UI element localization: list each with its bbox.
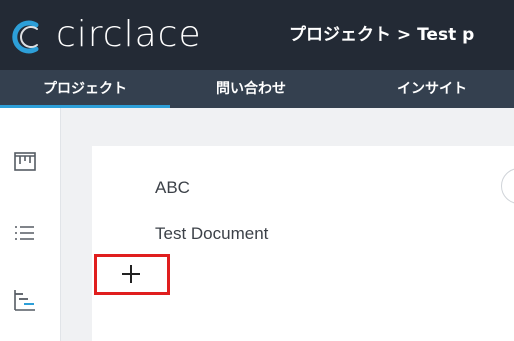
- tab-projects[interactable]: プロジェクト: [0, 70, 170, 108]
- plus-icon: [122, 265, 140, 283]
- add-document-button[interactable]: [94, 254, 170, 295]
- kanban-board-icon[interactable]: [13, 150, 37, 174]
- app-header: circlace プロジェクト > Test p: [0, 0, 514, 70]
- tab-insights[interactable]: インサイト: [397, 70, 467, 108]
- app-logo-text[interactable]: circlace: [56, 13, 202, 57]
- tab-inquiries[interactable]: 問い合わせ: [216, 70, 286, 108]
- app-window: circlace プロジェクト > Test p プロジェクト 問い合わせ イン…: [0, 0, 514, 341]
- breadcrumb: プロジェクト > Test p: [289, 25, 475, 45]
- document-list-panel: ABC Test Document: [92, 146, 514, 341]
- main-tab-bar: プロジェクト 問い合わせ インサイト: [0, 70, 514, 108]
- document-item[interactable]: Test Document: [155, 222, 268, 246]
- list-icon[interactable]: [13, 221, 37, 245]
- gantt-chart-icon[interactable]: [13, 288, 37, 312]
- item-action-button[interactable]: [501, 168, 514, 204]
- left-sidebar: [0, 108, 61, 341]
- document-item[interactable]: ABC: [155, 176, 190, 200]
- circlace-logo-icon[interactable]: [12, 17, 42, 57]
